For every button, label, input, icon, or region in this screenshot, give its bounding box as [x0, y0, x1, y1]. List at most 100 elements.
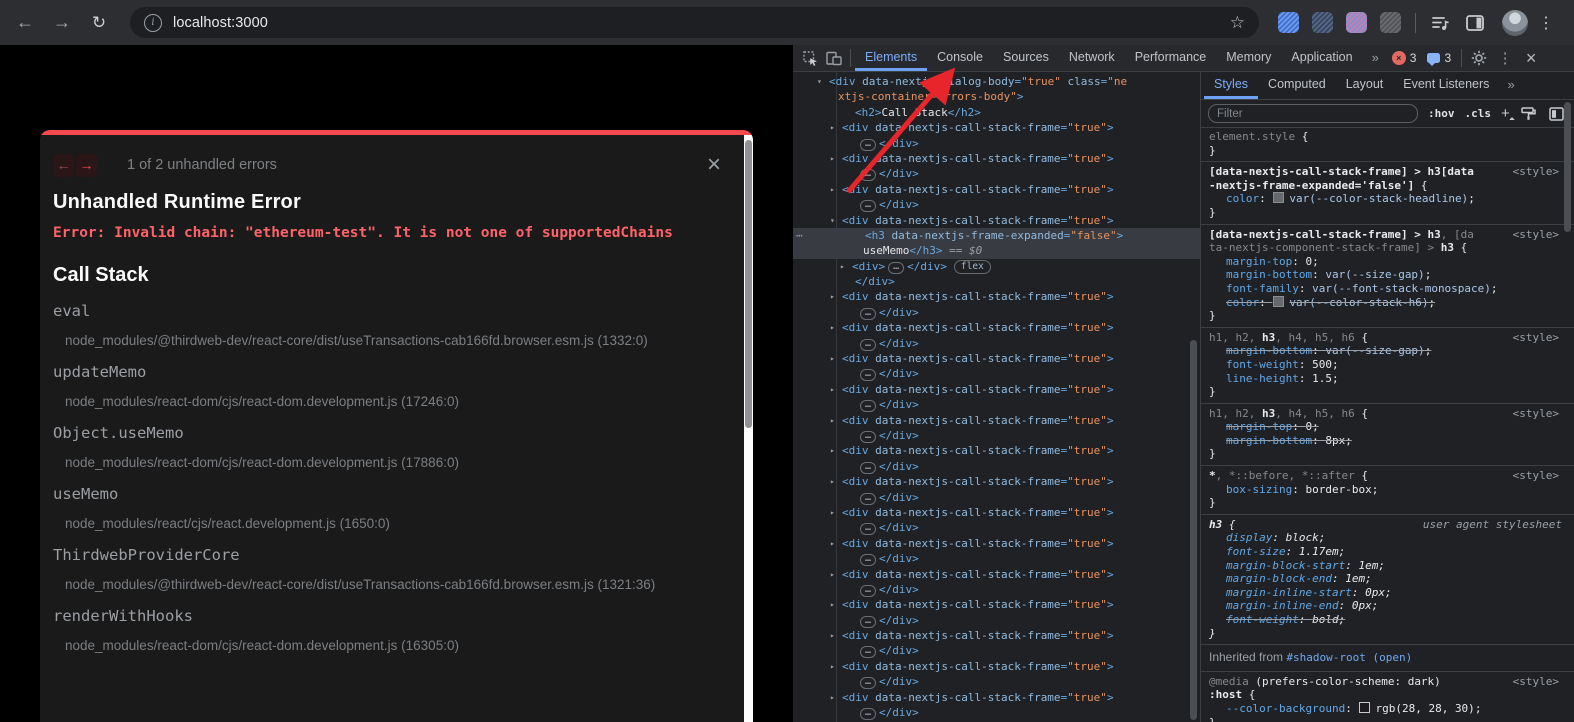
css-declaration[interactable]: line-height: 1.5;	[1209, 372, 1566, 386]
stylesheet-origin-link[interactable]: <style>	[1513, 228, 1559, 242]
css-declaration[interactable]: font-weight: bold;	[1209, 613, 1566, 627]
sp-tab-event-listeners[interactable]: Event Listeners	[1393, 72, 1499, 99]
dom-tree-row[interactable]: …</div>	[793, 674, 1200, 689]
toggle-element-state-button[interactable]: :hov	[1428, 107, 1455, 120]
element-classes-button[interactable]: .cls	[1465, 107, 1492, 120]
css-declaration[interactable]: margin-block-start: 1em;	[1209, 559, 1566, 573]
dom-tree-row[interactable]: ▸<div data-nextjs-call-stack-frame="true…	[793, 320, 1200, 335]
dom-tree-row[interactable]: …</div>	[793, 582, 1200, 597]
styles-filter-input[interactable]	[1208, 104, 1418, 123]
css-declaration[interactable]: color: var(--color-stack-h6);	[1209, 296, 1566, 310]
style-rule[interactable]: <style>*, *::before, *::after {box-sizin…	[1201, 466, 1574, 515]
browser-menu-icon[interactable]: ⋮	[1538, 13, 1554, 33]
dom-tree-row[interactable]: …</div>	[793, 166, 1200, 181]
collapse-arrow-icon[interactable]: ▾	[817, 74, 822, 89]
dt-tab-memory[interactable]: Memory	[1216, 45, 1281, 71]
expand-arrow-icon[interactable]: ▸	[830, 289, 835, 304]
css-declaration[interactable]: margin-inline-start: 0px;	[1209, 586, 1566, 600]
dom-tree-row[interactable]: ▸<div data-nextjs-call-stack-frame="true…	[793, 413, 1200, 428]
address-bar[interactable]: i localhost:3000 ☆	[130, 7, 1259, 38]
expand-arrow-icon[interactable]: ▸	[830, 382, 835, 397]
extension-icon[interactable]	[1312, 12, 1333, 33]
style-rule[interactable]: <style>h1, h2, h3, h4, h5, h6 {margin-to…	[1201, 404, 1574, 466]
dt-tab-network[interactable]: Network	[1059, 45, 1125, 71]
css-declaration[interactable]: margin-bottom: var(--size-gap);	[1209, 268, 1566, 282]
issues-badge[interactable]: 3	[1427, 51, 1451, 65]
profile-avatar[interactable]	[1502, 10, 1528, 36]
css-declaration[interactable]: margin-top: 0;	[1209, 420, 1566, 434]
dom-tree-row[interactable]: ▸<div>…</div>flex	[793, 259, 1200, 274]
color-swatch[interactable]	[1273, 192, 1284, 203]
color-swatch[interactable]	[1359, 702, 1370, 713]
expand-arrow-icon[interactable]: ▸	[830, 536, 835, 551]
dom-tree-row[interactable]: ▾<div data-nextjs-call-stack-frame="true…	[793, 213, 1200, 228]
css-declaration[interactable]: margin-block-end: 1em;	[1209, 572, 1566, 586]
css-declaration[interactable]: font-family: var(--font-stack-monospace)…	[1209, 282, 1566, 296]
collapsed-content-icon[interactable]: …	[860, 677, 876, 689]
flex-badge[interactable]: flex	[954, 260, 991, 274]
dom-tree-row[interactable]: …</div>	[793, 305, 1200, 320]
dom-tree-row[interactable]: …</div>	[793, 520, 1200, 535]
dom-tree-row[interactable]: ▸<div data-nextjs-call-stack-frame="true…	[793, 659, 1200, 674]
expand-arrow-icon[interactable]: ▸	[830, 628, 835, 643]
expand-arrow-icon[interactable]: ▸	[830, 659, 835, 674]
devtools-menu-icon[interactable]: ⋮	[1492, 45, 1518, 71]
call-stack-frame[interactable]: evalnode_modules/@thirdweb-dev/react-cor…	[53, 302, 707, 348]
css-declaration[interactable]: margin-inline-end: 0px;	[1209, 599, 1566, 613]
css-declaration[interactable]: display: block;	[1209, 531, 1566, 545]
next-error-button[interactable]: →	[76, 154, 97, 177]
back-button[interactable]: ←	[10, 8, 40, 38]
dom-tree-row[interactable]: …</div>	[793, 197, 1200, 212]
media-controls-button[interactable]	[1428, 10, 1454, 36]
collapsed-content-icon[interactable]: …	[860, 431, 876, 443]
close-dialog-button[interactable]: ×	[707, 155, 721, 175]
css-declaration[interactable]: margin-bottom: var(--size-gap);	[1209, 344, 1566, 358]
devtools-close-button[interactable]: ×	[1518, 45, 1544, 71]
rule-selector[interactable]: :host {	[1209, 688, 1566, 702]
dom-tree-row[interactable]: …</div>	[793, 366, 1200, 381]
node-menu-icon[interactable]: ⋯	[796, 228, 804, 243]
dom-tree-row[interactable]: …</div>	[793, 705, 1200, 720]
dt-tab-application[interactable]: Application	[1281, 45, 1362, 71]
dom-tree-row[interactable]: …</div>	[793, 551, 1200, 566]
extension-icon[interactable]	[1278, 12, 1299, 33]
sp-tab-layout[interactable]: Layout	[1336, 72, 1394, 99]
style-rule[interactable]: user agent stylesheeth3 {display: block;…	[1201, 515, 1574, 645]
collapsed-content-icon[interactable]: …	[860, 616, 876, 628]
stylesheet-origin-link[interactable]: <style>	[1513, 331, 1559, 345]
collapsed-content-icon[interactable]: …	[860, 493, 876, 505]
dom-tree-row[interactable]: ▸<div data-nextjs-call-stack-frame="true…	[793, 505, 1200, 520]
extension-icon[interactable]	[1346, 12, 1367, 33]
sp-tab-computed[interactable]: Computed	[1258, 72, 1336, 99]
inspect-element-button[interactable]	[798, 45, 822, 71]
dt-tab-console[interactable]: Console	[927, 45, 993, 71]
dom-tree-row[interactable]: ▾<div data-nextjs-dialog-body="true" cla…	[793, 74, 1200, 89]
call-stack-frame[interactable]: Object.useMemonode_modules/react-dom/cjs…	[53, 424, 707, 470]
collapsed-content-icon[interactable]: …	[860, 585, 876, 597]
expand-arrow-icon[interactable]: ▸	[830, 120, 835, 135]
new-style-rule-button[interactable]: +	[1501, 107, 1510, 121]
css-declaration[interactable]: color: var(--color-stack-headline);	[1209, 192, 1566, 206]
dom-tree-row[interactable]: ▸<div data-nextjs-call-stack-frame="true…	[793, 628, 1200, 643]
call-stack-frame[interactable]: updateMemonode_modules/react-dom/cjs/rea…	[53, 363, 707, 409]
call-stack-frame[interactable]: useMemonode_modules/react/cjs/react.deve…	[53, 485, 707, 531]
more-tabs-button[interactable]: »	[1363, 45, 1388, 71]
collapsed-content-icon[interactable]: …	[860, 708, 876, 720]
collapse-arrow-icon[interactable]: ▾	[830, 213, 835, 228]
style-rule[interactable]: <style>@media (prefers-color-scheme: dar…	[1201, 672, 1574, 722]
collapsed-content-icon[interactable]: …	[860, 200, 876, 212]
bookmark-icon[interactable]: ☆	[1230, 13, 1245, 33]
elements-scrollbar-thumb[interactable]	[1190, 340, 1197, 720]
collapsed-content-icon[interactable]: …	[860, 646, 876, 658]
dt-tab-sources[interactable]: Sources	[993, 45, 1059, 71]
expand-arrow-icon[interactable]: ▸	[830, 443, 835, 458]
expand-arrow-icon[interactable]: ▸	[830, 597, 835, 612]
dom-tree-row[interactable]: ▸<div data-nextjs-call-stack-frame="true…	[793, 120, 1200, 135]
stylesheet-origin-link[interactable]: user agent stylesheet	[1423, 518, 1562, 532]
dom-tree-row[interactable]: ▸<div data-nextjs-call-stack-frame="true…	[793, 536, 1200, 551]
forward-button[interactable]: →	[47, 8, 77, 38]
site-info-icon[interactable]: i	[144, 14, 162, 32]
expand-arrow-icon[interactable]: ▸	[830, 413, 835, 428]
css-declaration[interactable]: margin-top: 0;	[1209, 255, 1566, 269]
dom-tree-row[interactable]: ▸<div data-nextjs-call-stack-frame="true…	[793, 597, 1200, 612]
